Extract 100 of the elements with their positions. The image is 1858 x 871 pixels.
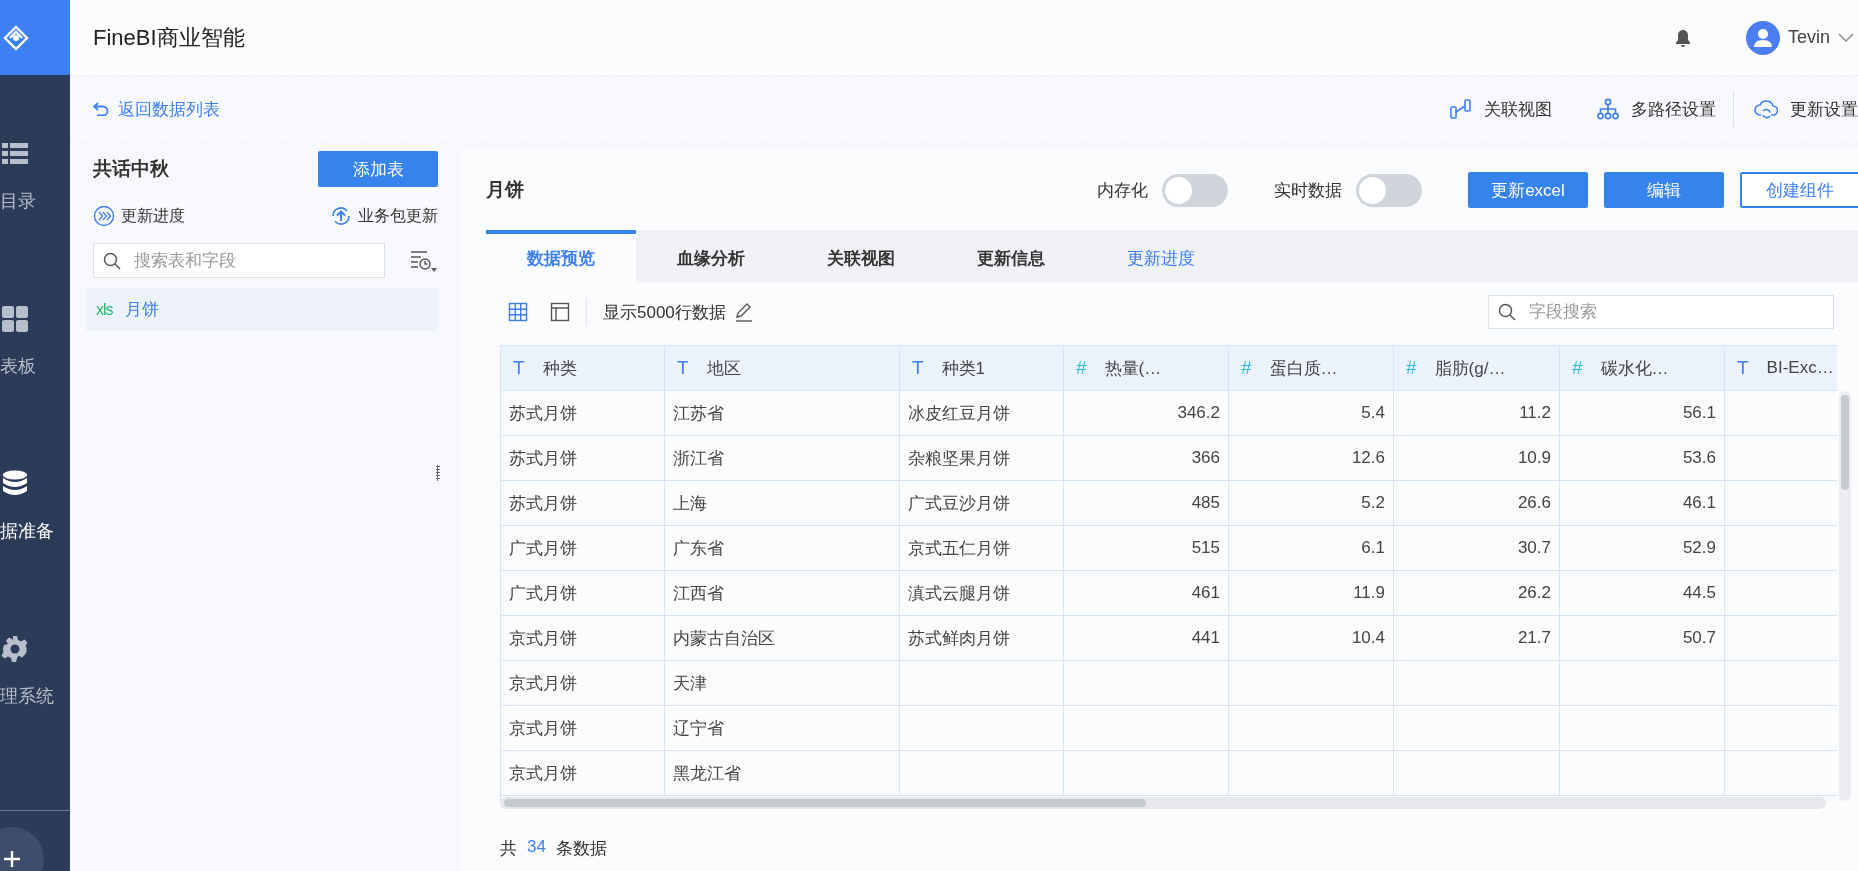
tab[interactable]: 更新信息 [936, 230, 1086, 283]
table-cell-text: 苏式月饼 [509, 492, 577, 515]
cloud-icon [1754, 98, 1778, 120]
relation-icon [1450, 98, 1472, 120]
dashboard-icon [0, 304, 30, 334]
table-cell: 26.2 [1517, 583, 1551, 603]
user-name[interactable]: Tevin [1787, 27, 1830, 48]
plus-icon [2, 849, 22, 869]
table-cell-text: 江苏省 [673, 402, 724, 425]
toggle-switch[interactable] [1162, 173, 1228, 207]
column-name: 碳水化… [1600, 357, 1669, 380]
nav-label: 表板 [0, 355, 36, 378]
column-name: 种类1 [941, 357, 986, 380]
toolbar-action[interactable]: 多路径设置 [1597, 97, 1716, 121]
table-cell-text: 上海 [673, 492, 707, 515]
table-cell-text: 京式月饼 [509, 672, 577, 695]
column-name: 地区 [706, 357, 741, 380]
return-arrow-icon [93, 102, 109, 116]
toggle-label: 内存化 [1097, 179, 1148, 202]
column-header[interactable]: # 热量(… [1064, 346, 1229, 390]
grid-view-icon[interactable] [508, 302, 528, 322]
avatar-icon[interactable] [1745, 20, 1780, 55]
scrollbar-thumb[interactable] [504, 799, 1146, 807]
table-cell-text: 辽宁省 [673, 717, 724, 740]
table-cell-text: 滇式云腿月饼 [908, 582, 1010, 605]
table-cell-text: 京式月饼 [509, 627, 577, 650]
table-cell: 56.1 [1682, 403, 1716, 423]
table-cell-text: 内蒙古自治区 [673, 627, 775, 650]
table-cell: 5.4 [1361, 403, 1385, 423]
table-cell: 21.7 [1517, 628, 1551, 648]
nav-label: 据准备 [0, 520, 54, 543]
column-name: BI-Exc… [1766, 358, 1834, 378]
table-cell: 26.6 [1517, 493, 1551, 513]
table-cell-text: 京式月饼 [509, 762, 577, 785]
table-cell-text: 浙江省 [673, 447, 724, 470]
nav-item[interactable]: 理系统 [0, 634, 70, 799]
toolbar-action[interactable]: 关联视图 [1450, 97, 1552, 121]
table-cell-text: 杂粮坚果月饼 [908, 447, 1010, 470]
create-component-button[interactable]: 创建组件 [1740, 172, 1858, 208]
back-link[interactable]: 返回数据列表 [93, 97, 220, 121]
column-header[interactable]: T 种类 [501, 346, 665, 390]
action-button[interactable]: 编辑 [1604, 172, 1724, 208]
nav-item[interactable]: 据准备 [0, 469, 70, 634]
toggle-switch[interactable] [1356, 173, 1422, 207]
chevron-down-icon[interactable] [1838, 32, 1854, 43]
table-cell-text: 黑龙江省 [673, 762, 741, 785]
scrollbar-thumb[interactable] [1841, 395, 1849, 490]
column-header[interactable]: T 种类1 [900, 346, 1064, 390]
column-header[interactable]: # 碳水化… [1560, 346, 1725, 390]
table-cell-text: 江西省 [673, 582, 724, 605]
file-type-label: xls [96, 300, 113, 319]
add-table-button[interactable]: 添加表 [318, 151, 438, 187]
nav-item[interactable]: 表板 [0, 304, 70, 469]
tab[interactable]: 血缘分析 [636, 230, 786, 283]
table-cell: 5.2 [1361, 493, 1385, 513]
table-cell: 53.6 [1682, 448, 1716, 468]
table-cell-text: 冰皮红豆月饼 [908, 402, 1010, 425]
tab[interactable]: 数据预览 [486, 230, 636, 283]
table-cell: 485 [1191, 493, 1220, 513]
number-type-icon: # [1406, 357, 1417, 379]
text-type-icon: T [513, 357, 525, 379]
table-cell: 44.5 [1682, 583, 1716, 603]
search-icon [103, 251, 121, 270]
column-name: 热量(… [1104, 357, 1162, 380]
field-search-field[interactable]: 字段搜索 [1488, 295, 1834, 329]
footer-label: 共 [500, 838, 517, 860]
update-progress-link[interactable]: 更新进度 [93, 205, 185, 227]
action-button[interactable]: 更新excel [1468, 172, 1588, 208]
table-cell: 50.7 [1682, 628, 1716, 648]
search-field[interactable]: 搜索表和字段 [93, 243, 385, 278]
footer-label: 条数据 [555, 838, 607, 860]
table-cell: 11.2 [1519, 403, 1551, 423]
column-header[interactable]: T BI-Exc… [1725, 346, 1837, 390]
search-icon [1498, 303, 1516, 321]
text-type-icon: T [1737, 357, 1749, 379]
table-cell: 346.2 [1177, 403, 1220, 423]
column-header[interactable]: # 脂肪(g/… [1394, 346, 1560, 390]
nav-item[interactable]: 目录 [0, 139, 70, 304]
table-cell: 461 [1191, 583, 1220, 603]
table-cell: 6.1 [1361, 538, 1385, 558]
table-cell: 46.1 [1682, 493, 1716, 513]
resize-handle[interactable] [436, 465, 440, 481]
table-cell-text: 广东省 [673, 537, 724, 560]
package-update-link[interactable]: 业务包更新 [330, 205, 438, 227]
text-type-icon: T [677, 357, 689, 379]
table-cell: 12.6 [1351, 448, 1385, 468]
app-title: FineBI商业智能 [93, 23, 245, 52]
table-list-item[interactable]: xls 月饼 [86, 288, 438, 331]
bell-icon[interactable] [1674, 28, 1691, 47]
table-cell-text: 苏式月饼 [509, 402, 577, 425]
text-type-icon: T [912, 357, 924, 379]
nav-label: 目录 [0, 190, 36, 213]
layout-icon[interactable] [550, 302, 570, 322]
column-header[interactable]: # 蛋白质… [1229, 346, 1394, 390]
column-header[interactable]: T 地区 [665, 346, 900, 390]
pencil-icon[interactable] [733, 302, 754, 322]
column-name: 脂肪(g/… [1434, 357, 1506, 380]
toolbar-action[interactable]: 更新设置 [1754, 97, 1858, 121]
number-type-icon: # [1572, 357, 1583, 379]
tab[interactable]: 关联视图 [786, 230, 936, 283]
